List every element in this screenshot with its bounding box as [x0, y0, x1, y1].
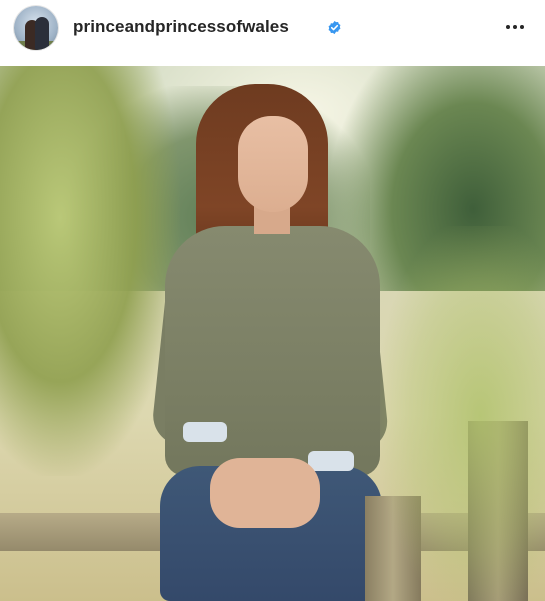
- post-photo[interactable]: [0, 66, 545, 601]
- account-username[interactable]: princeandprincessofwales: [73, 17, 289, 37]
- more-options-icon[interactable]: [498, 16, 532, 38]
- verified-badge-icon: [328, 20, 341, 35]
- post-header: princeandprincessofwales: [0, 0, 545, 58]
- profile-avatar[interactable]: [14, 6, 58, 50]
